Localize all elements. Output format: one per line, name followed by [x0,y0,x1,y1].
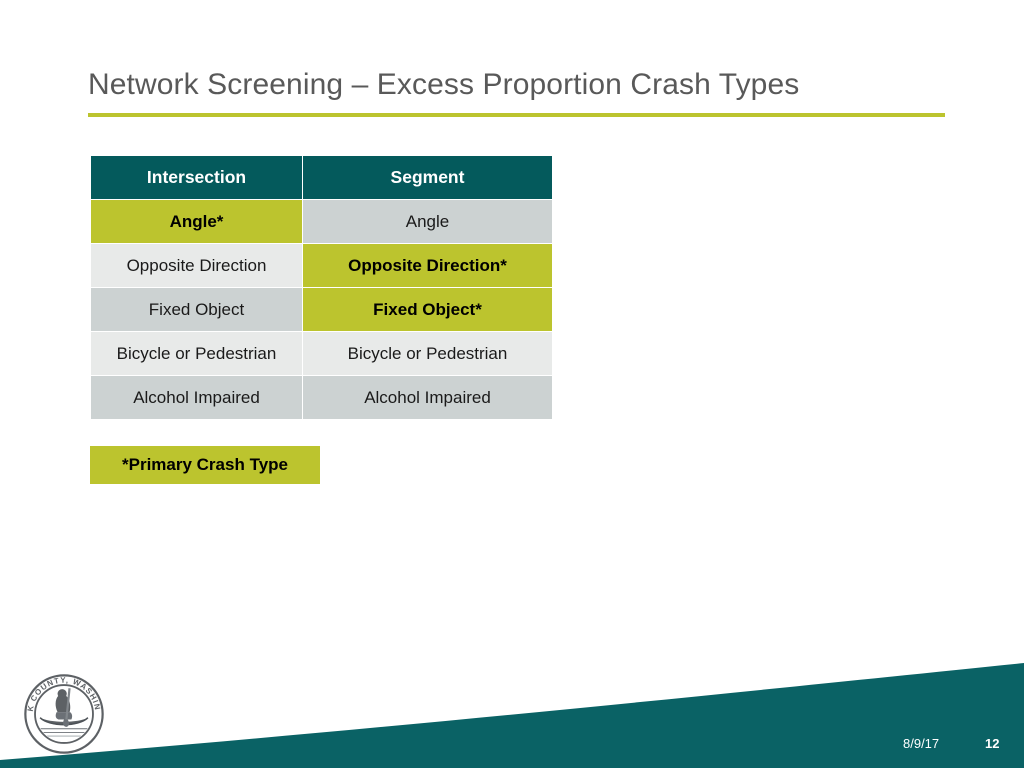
legend-primary-crash-type: *Primary Crash Type [90,446,320,484]
table-row: Angle* Angle [91,200,552,243]
title-underline-rule [88,113,945,117]
cell-segment-alcohol-impaired: Alcohol Impaired [303,376,552,419]
page-title: Network Screening – Excess Proportion Cr… [88,68,800,101]
table-row: Opposite Direction Opposite Direction* [91,244,552,287]
cell-segment-angle: Angle [303,200,552,243]
cell-segment-opposite-direction: Opposite Direction* [303,244,552,287]
cell-intersection-angle: Angle* [91,200,302,243]
footer-slide-number: 12 [985,736,1000,751]
clark-county-washington-logo-icon: CLARK COUNTY, WASHINGTON [18,668,104,754]
cell-segment-fixed-object: Fixed Object* [303,288,552,331]
column-header-segment: Segment [303,156,552,199]
cell-segment-bicycle-or-pedestrian: Bicycle or Pedestrian [303,332,552,375]
cell-intersection-fixed-object: Fixed Object [91,288,302,331]
table-row: Alcohol Impaired Alcohol Impaired [91,376,552,419]
footer-date: 8/9/17 [903,736,940,751]
cell-intersection-bicycle-or-pedestrian: Bicycle or Pedestrian [91,332,302,375]
cell-intersection-opposite-direction: Opposite Direction [91,244,302,287]
table-header-row: Intersection Segment [91,156,552,199]
cell-intersection-alcohol-impaired: Alcohol Impaired [91,376,302,419]
table-row: Bicycle or Pedestrian Bicycle or Pedestr… [91,332,552,375]
slide-canvas: Network Screening – Excess Proportion Cr… [0,0,1024,768]
legend-label: *Primary Crash Type [122,455,288,474]
footer-swoosh-decoration [0,663,1024,768]
table-row: Fixed Object Fixed Object* [91,288,552,331]
column-header-intersection: Intersection [91,156,302,199]
crash-types-table: Intersection Segment Angle* Angle Opposi… [90,155,553,420]
